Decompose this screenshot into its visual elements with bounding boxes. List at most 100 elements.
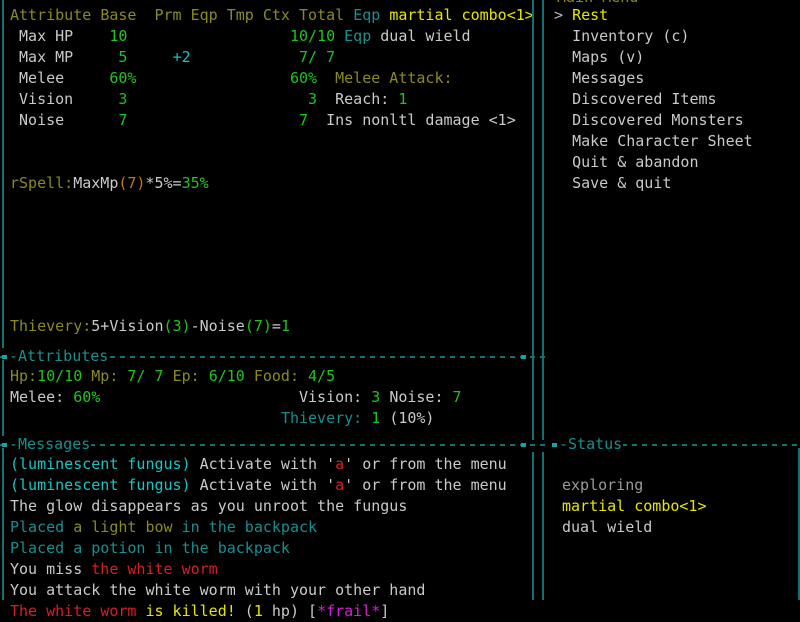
message-run: ' <box>326 455 336 473</box>
thievery-pct: (10%) <box>389 409 435 427</box>
sp-d1 <box>73 90 118 108</box>
message-run: the white worm <box>91 560 218 578</box>
equip-label-2: Eqp <box>344 27 372 45</box>
menu-marker-space <box>554 174 572 192</box>
message-run: You miss <box>10 560 92 578</box>
attr-name-melee: Melee <box>19 69 65 87</box>
hp-label: Hp: <box>10 367 38 385</box>
game-screen: Attribute Base Prm Eqp Tmp Ctx Total Eqp… <box>0 0 800 620</box>
sp-a1 <box>73 27 109 45</box>
status-panel-title: -Status <box>558 435 624 453</box>
menu-item-quit-abandon[interactable]: Quit & abandon <box>554 152 753 173</box>
message-line: Placed a light bow in the backpack <box>10 517 507 538</box>
message-run: hp) [ <box>262 602 318 620</box>
sp-m5 <box>444 388 453 406</box>
header-gap5 <box>254 6 263 24</box>
attributes-corner-right <box>521 355 526 359</box>
equip-label-1: Eqp <box>353 6 381 24</box>
menu-item-make-character-sheet[interactable]: Make Character Sheet <box>554 131 753 152</box>
message-log[interactable]: (luminescent fungus) Activate with 'a' o… <box>10 454 507 622</box>
sp-v5 <box>245 367 254 385</box>
menu-item-rest[interactable]: > Rest <box>554 5 753 26</box>
status-entry: martial combo<1> <box>562 496 707 517</box>
sp-m4 <box>380 388 389 406</box>
message-line: (luminescent fungus) Activate with 'a' o… <box>10 454 507 475</box>
sp-e1 <box>64 111 118 129</box>
sp-t1 <box>10 409 281 427</box>
sp-v6 <box>299 367 308 385</box>
message-run: a <box>335 455 345 473</box>
menu-item-save-quit[interactable]: Save & quit <box>554 173 753 194</box>
messages-corner-left <box>2 443 7 447</box>
message-run: 1 <box>253 602 263 620</box>
table-row-noise: Noise 7 7 Ins nonltl damage <1> <box>10 110 534 131</box>
equip-entry-dual-wield: dual wield <box>380 27 471 45</box>
attr-base-melee: 60% <box>109 69 137 87</box>
header-ctx: Ctx <box>262 6 290 24</box>
message-line: The white worm is killed! (1 hp) [*frail… <box>10 601 507 622</box>
attr-total-max-mp: 7/ 7 <box>299 48 336 66</box>
sp-v3 <box>164 367 173 385</box>
menu-item-discovered-monsters[interactable]: Discovered Monsters <box>554 110 753 131</box>
equip-gap-2 <box>371 27 380 45</box>
vision-value-small: 3 <box>371 388 381 406</box>
rspell-label: rSpell: <box>10 174 74 192</box>
menu-item-label: Rest <box>572 6 609 24</box>
header-gap4 <box>218 6 227 24</box>
message-run: ] <box>380 602 390 620</box>
status-entry-label: exploring <box>562 476 644 494</box>
sp-d4 <box>389 90 398 108</box>
message-run: a potion <box>73 539 146 557</box>
header-base: Base <box>100 6 137 24</box>
menu-item-label: Discovered Monsters <box>572 111 744 129</box>
attr-total-melee: 60% <box>289 69 318 87</box>
attributes-panel-title: -Attributes <box>8 347 110 365</box>
menu-marker-space <box>554 27 572 45</box>
rspell-operator: *5%= <box>145 174 182 192</box>
table-row-vision: Vision 3 3 Reach: 1 <box>10 89 534 110</box>
main-menu-panel[interactable]: Main Menu > Rest Inventory (c) Maps (v) … <box>552 0 800 430</box>
sp-b3 <box>191 48 299 66</box>
sp-t3 <box>380 409 389 427</box>
menu-selection-marker: > <box>554 6 573 24</box>
messages-panel[interactable]: -Messages (luminescent fungus) Activate … <box>0 436 546 620</box>
message-run: (luminescent fungus) <box>10 455 200 473</box>
message-run: ' or from the menu <box>344 455 507 473</box>
formula-rspell: rSpell:MaxMp(7)*5%=35% <box>10 173 534 194</box>
menu-item-discovered-items[interactable]: Discovered Items <box>554 89 753 110</box>
menu-marker-space <box>554 90 572 108</box>
menu-item-label: Discovered Items <box>572 90 717 108</box>
melee-value-small: 60% <box>73 388 101 406</box>
mp-value: 7/ 7 <box>127 367 164 385</box>
melee-attack-title: Melee Attack: <box>335 69 453 87</box>
char-sheet-lines: Attribute Base Prm Eqp Tmp Ctx Total Eqp… <box>10 5 534 194</box>
thievery-value-small: 1 <box>371 409 381 427</box>
melee-reach-value: 1 <box>398 90 408 108</box>
message-run: The white worm <box>10 602 146 620</box>
sp-e2 <box>127 111 299 129</box>
status-entries: exploring martial combo<1> dual wield <box>562 475 707 538</box>
thievery-op1: - <box>190 317 200 335</box>
attr-name-vision: Vision <box>19 90 74 108</box>
sp-v4 <box>200 367 209 385</box>
main-menu-items[interactable]: > Rest Inventory (c) Maps (v) Messages D… <box>554 5 753 194</box>
messages-panel-title: -Messages <box>8 435 92 453</box>
menu-marker-space <box>554 153 572 171</box>
menu-item-maps-v[interactable]: Maps (v) <box>554 47 753 68</box>
food-label: Food: <box>253 367 299 385</box>
sp-c1 <box>64 69 109 87</box>
noise-label-small: Noise: <box>389 388 444 406</box>
attr-prm-max-mp: +2 <box>172 48 191 66</box>
thievery-term1-value: (3) <box>163 317 191 335</box>
sp-c2 <box>136 69 290 87</box>
thievery-equals: = <box>271 317 281 335</box>
status-panel: -Status exploring martial combo<1> dual wi… <box>552 436 800 600</box>
header-gap7 <box>344 6 353 24</box>
menu-item-inventory-c[interactable]: Inventory (c) <box>554 26 753 47</box>
menu-marker-space <box>554 48 572 66</box>
message-line: Placed a potion in the backpack <box>10 538 507 559</box>
rspell-term-value: (7) <box>118 174 146 192</box>
thievery-row: Thievery: 1 (10%) <box>10 408 462 429</box>
menu-item-messages[interactable]: Messages <box>554 68 753 89</box>
melee-damage-text: Ins nonltl damage <1> <box>326 111 516 129</box>
